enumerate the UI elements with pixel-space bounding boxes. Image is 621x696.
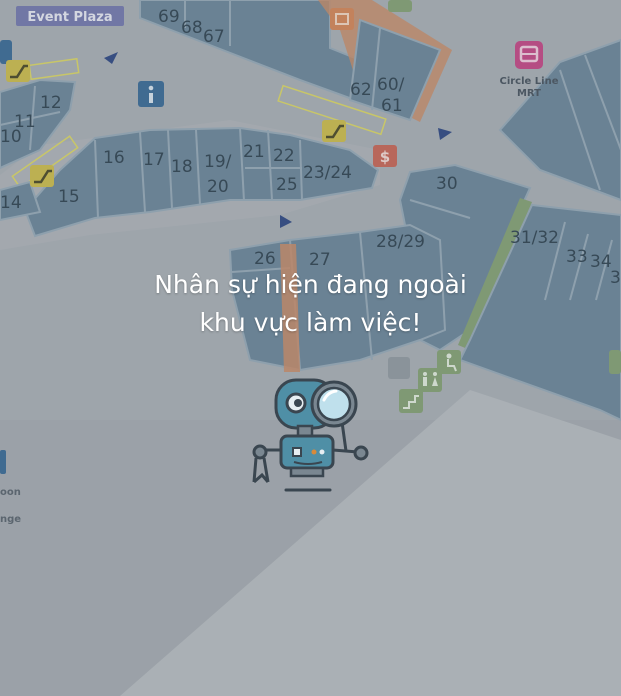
map-viewport[interactable]: 69 68 67 62 60/ 61 12 11 10 16 17 18 19/… (0, 0, 621, 696)
dim-overlay (0, 0, 621, 696)
status-message-line1: Nhân sự hiện đang ngoài (154, 270, 467, 299)
status-message-line2: khu vực làm việc! (199, 308, 422, 337)
mall-floor-map[interactable]: 69 68 67 62 60/ 61 12 11 10 16 17 18 19/… (0, 0, 621, 696)
robot-magnifier-icon (252, 378, 369, 492)
status-message: Nhân sự hiện đang ngoài khu vực làm việc… (0, 266, 621, 342)
